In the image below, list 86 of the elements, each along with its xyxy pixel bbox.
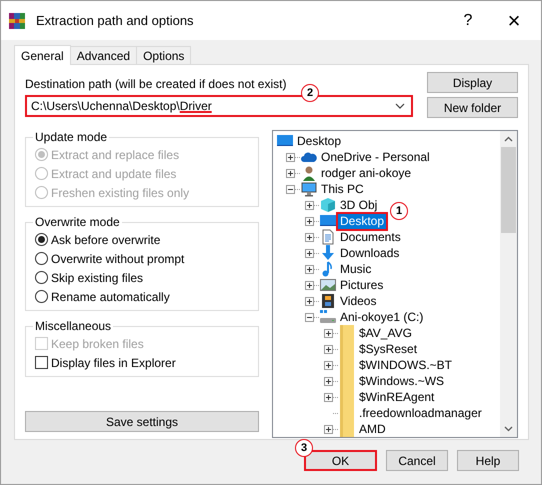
save-settings-button[interactable]: Save settings	[25, 411, 259, 432]
tree-item[interactable]: $WINDOWS.~BT	[357, 358, 454, 372]
scroll-up-icon[interactable]	[504, 136, 513, 142]
ok-button[interactable]: OK	[304, 450, 377, 471]
tree-item[interactable]: $Windows.~WS	[357, 374, 446, 388]
chevron-down-icon	[395, 103, 405, 109]
tab[interactable]: Options	[136, 46, 192, 64]
path-combo[interactable]: C:\Users\Uchenna\Desktop\Driver	[25, 95, 413, 117]
option-label: Rename automatically	[51, 290, 170, 304]
radio-button[interactable]	[35, 271, 48, 284]
tree-item[interactable]: .freedownloadmanager	[357, 406, 484, 420]
option-label: Ask before overwrite	[51, 232, 160, 246]
expander-icon[interactable]	[305, 248, 314, 258]
scrollbar-thumb[interactable]	[501, 147, 516, 233]
option-label: Keep broken files	[51, 336, 144, 350]
user-icon	[301, 165, 317, 181]
radio-button[interactable]	[35, 233, 48, 246]
folder-icon	[339, 325, 355, 341]
tree-item[interactable]: Desktop	[295, 134, 344, 148]
tree-item[interactable]: This PC	[319, 182, 366, 196]
cube-icon	[320, 197, 336, 213]
destination-label: Destination path (will be created if does not exist)	[25, 77, 286, 93]
drive-icon	[320, 309, 336, 325]
expander-icon[interactable]	[305, 280, 314, 290]
tree-item[interactable]: OneDrive - Personal	[319, 150, 432, 164]
expander-icon[interactable]	[305, 264, 314, 274]
expander-icon[interactable]	[286, 184, 295, 194]
tree-item[interactable]: Downloads	[338, 246, 402, 260]
expander-icon[interactable]	[305, 312, 314, 322]
desktop-icon	[277, 133, 293, 149]
document-icon	[320, 229, 336, 245]
new-folder-button[interactable]: New folder	[427, 97, 518, 118]
expander-icon[interactable]	[324, 360, 333, 370]
expander-icon[interactable]	[305, 200, 314, 210]
expander-icon[interactable]	[286, 152, 295, 162]
help-button[interactable]: ?	[445, 6, 491, 36]
group-label: Overwrite mode	[34, 215, 121, 229]
radio-button[interactable]	[35, 252, 48, 265]
expander-icon[interactable]	[305, 296, 314, 306]
expander-icon[interactable]	[305, 232, 314, 242]
folder-icon	[339, 421, 355, 437]
expander-icon[interactable]	[286, 168, 295, 178]
selected-tree-item[interactable]: Desktop	[338, 214, 386, 228]
option-label: Extract and replace files	[51, 148, 180, 162]
group-label: Update mode	[34, 130, 108, 144]
option-label: Overwrite without prompt	[51, 252, 184, 266]
tree-item[interactable]: $SysReset	[357, 342, 420, 356]
step-badge: 3	[295, 439, 313, 457]
display-button[interactable]: Display	[427, 72, 518, 93]
tree-item[interactable]: $WinREAgent	[357, 390, 436, 404]
window-title: Extraction path and options	[36, 13, 195, 28]
expander-icon[interactable]	[324, 376, 333, 386]
tree-item[interactable]: 3D Obj	[338, 198, 380, 212]
step-badge: 1	[390, 202, 408, 220]
scroll-down-icon[interactable]	[504, 426, 513, 432]
radio-button[interactable]	[35, 290, 48, 303]
expander-icon[interactable]	[324, 392, 333, 402]
tree-item[interactable]: Documents	[338, 230, 403, 244]
option-label: Display files in Explorer	[51, 356, 176, 370]
option-label: Extract and update files	[51, 166, 176, 180]
tree-item[interactable]: Pictures	[338, 278, 386, 292]
desktop-icon	[320, 213, 336, 229]
option-label: Skip existing files	[51, 270, 144, 284]
pc-icon	[301, 181, 317, 197]
expander-icon[interactable]	[305, 216, 314, 226]
archive-icon	[9, 12, 25, 28]
download-icon	[320, 245, 336, 261]
pictures-icon	[320, 277, 336, 293]
videos-icon	[320, 293, 336, 309]
cancel-button[interactable]: Cancel	[386, 450, 448, 471]
option-label: Freshen existing files only	[51, 186, 190, 200]
help-button[interactable]: Help	[457, 450, 519, 471]
tree-item[interactable]: AMD	[357, 422, 388, 436]
tree-item[interactable]: rodger ani-okoye	[319, 166, 414, 180]
tab[interactable]: General	[14, 45, 71, 65]
checkbox[interactable]	[35, 356, 48, 369]
tree-item[interactable]: Videos	[338, 294, 378, 308]
step-badge: 2	[301, 84, 319, 102]
close-button[interactable]: ×	[491, 6, 537, 36]
tree-item[interactable]: Music	[338, 262, 374, 276]
group-label: Miscellaneous	[34, 319, 112, 333]
expander-icon[interactable]	[324, 424, 333, 434]
tree-item[interactable]: Ani-okoye1 (C:)	[338, 310, 426, 324]
expander-icon[interactable]	[324, 344, 333, 354]
expander-icon[interactable]	[324, 328, 333, 338]
tree-item[interactable]: $AV_AVG	[357, 326, 414, 340]
